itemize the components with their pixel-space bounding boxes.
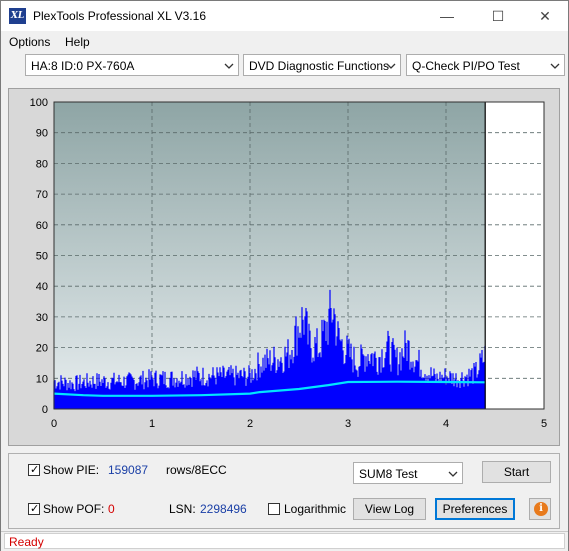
y-tick-label: 40 [36,281,48,293]
show-pof-label: Show POF: [43,502,105,516]
show-pie-label: Show PIE: [43,463,100,477]
start-button[interactable]: Start [482,461,551,483]
window-title: PlexTools Professional XL V3.16 [33,9,206,23]
function-select-value: DVD Diagnostic Functions [249,59,390,73]
y-tick-label: 80 [36,158,48,170]
menu-help[interactable]: Help [65,35,90,49]
chevron-down-icon [550,63,560,69]
test-select-value: Q-Check PI/PO Test [412,59,520,73]
y-tick-label: 50 [36,251,48,263]
chevron-down-icon [224,63,234,69]
menu-options[interactable]: Options [9,35,50,49]
test-select[interactable]: Q-Check PI/PO Test [406,54,565,76]
y-tick-label: 30 [36,312,48,324]
info-icon: i [534,502,548,516]
toolbar: HA:8 ID:0 PX-760A DVD Diagnostic Functio… [1,53,568,79]
minimize-button[interactable]: — [424,1,470,31]
app-logo-icon: XL [9,8,26,24]
checkmark-icon: ✓ [30,464,40,476]
device-select-value: HA:8 ID:0 PX-760A [31,59,135,73]
lsn-label: LSN: [169,502,196,516]
y-tick-label: 100 [30,97,48,109]
checkmark-icon: ✓ [30,503,40,515]
chevron-down-icon [386,63,396,69]
controls-panel: ✓ Show PIE: 159087 rows/8ECC ✓ Show POF:… [8,453,560,529]
y-tick-label: 10 [36,373,48,385]
close-button[interactable]: ✕ [522,1,568,31]
show-pie-checkbox[interactable]: ✓ [28,464,40,476]
menu-bar: Options Help [1,32,568,52]
function-select[interactable]: DVD Diagnostic Functions [243,54,401,76]
y-tick-label: 60 [36,220,48,232]
x-tick-label: 4 [443,418,449,430]
pi-po-chart: 0 10 20 30 40 50 60 70 80 90 100 0 1 2 3 4 5 [30,97,547,430]
device-select[interactable]: HA:8 ID:0 PX-760A [25,54,239,76]
x-tick-label: 3 [345,418,351,430]
logarithmic-checkbox[interactable] [268,503,280,515]
status-field: Ready [4,533,565,549]
logarithmic-label: Logarithmic [284,502,347,516]
info-button[interactable]: i [529,498,551,520]
y-tick-label: 0 [42,404,48,416]
lsn-value: 2298496 [200,502,247,516]
title-bar: XL PlexTools Professional XL V3.16 — ☐ ✕ [1,1,568,31]
rows-unit-label: rows/8ECC [166,463,227,477]
x-tick-label: 0 [51,418,57,430]
sum-test-value: SUM8 Test [359,467,418,481]
y-tick-label: 20 [36,343,48,355]
show-pof-checkbox[interactable]: ✓ [28,503,40,515]
status-bar: Ready [1,531,568,551]
y-tick-label: 70 [36,189,48,201]
x-tick-label: 1 [149,418,155,430]
main-window: XL PlexTools Professional XL V3.16 — ☐ ✕… [0,0,569,551]
pof-value: 0 [108,502,115,516]
y-tick-label: 90 [36,128,48,140]
sum-test-select[interactable]: SUM8 Test [353,462,463,484]
status-text: Ready [9,535,44,549]
chart-area: 0 10 20 30 40 50 60 70 80 90 100 0 1 2 3 4 5 [8,88,560,446]
x-tick-label: 5 [541,418,547,430]
preferences-button[interactable]: Preferences [435,498,515,520]
chevron-down-icon [448,471,458,477]
maximize-button[interactable]: ☐ [475,1,521,31]
x-tick-label: 2 [247,418,253,430]
pie-value: 159087 [108,463,149,477]
view-log-button[interactable]: View Log [353,498,426,520]
unscanned-region [485,102,544,409]
